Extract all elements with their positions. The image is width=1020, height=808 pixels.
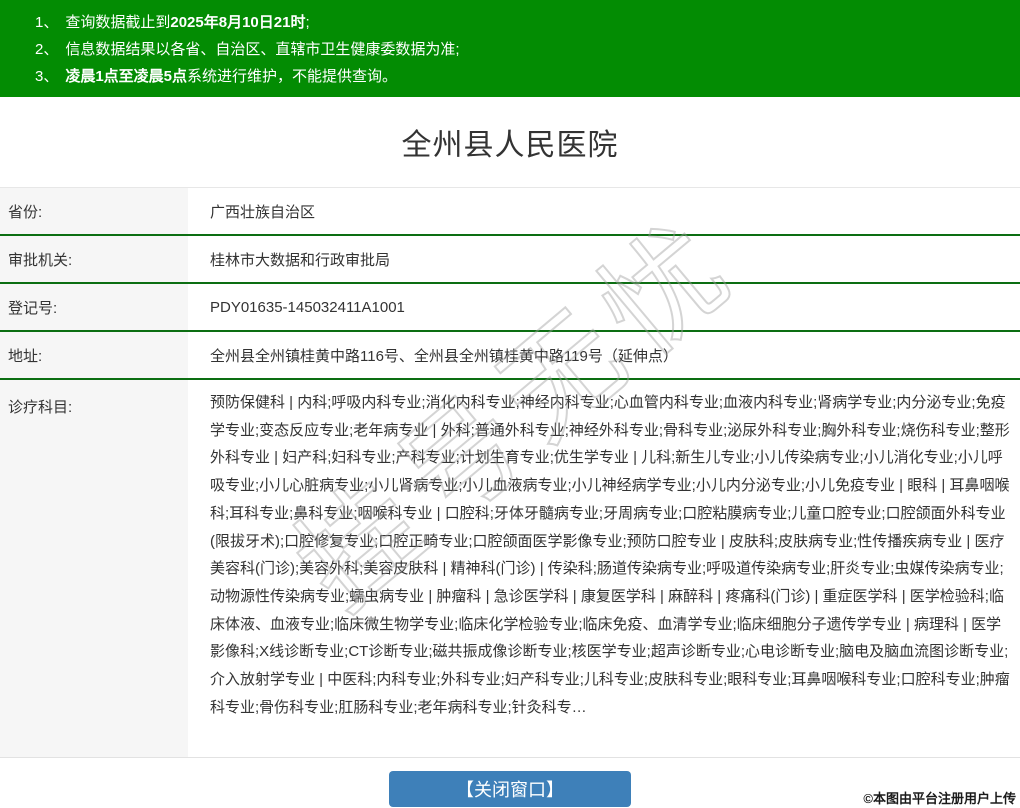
row-label: 审批机关: [0,236,188,282]
row-label: 省份: [0,188,188,234]
notice-text: 查询数据截止到 [65,14,171,31]
row-value: 全州县全州镇桂黄中路116号、全州县全州镇桂黄中路119号（延伸点） [210,347,678,365]
row-value: 预防保健科 | 内科;呼吸内科专业;消化内科专业;神经内科专业;心血管内科专业;… [210,394,1010,716]
table-row-province: 省份: 广西壮族自治区 [0,188,1020,236]
row-value: PDY01635-145032411A1001 [210,298,405,316]
notice-text: 系统进行维护，不能提供查询。 [187,68,398,85]
notice-number: 2、 [35,41,59,58]
table-row-medical-subjects: 诊疗科目: 预防保健科 | 内科;呼吸内科专业;消化内科专业;神经内科专业;心血… [0,380,1020,758]
table-row-registration-number: 登记号: PDY01635-145032411A1001 [0,284,1020,332]
row-label: 地址: [0,332,188,378]
hospital-info-page: 1、 查询数据截止到2025年8月10日21时; 2、 信息数据结果以各省、自治区、… [0,0,1020,808]
table-row-approval-authority: 审批机关: 桂林市大数据和行政审批局 [0,236,1020,284]
notice-number: 1、 [35,14,59,31]
info-table: 省份: 广西壮族自治区 审批机关: 桂林市大数据和行政审批局 登记号: PDY0… [0,187,1020,758]
notice-bar: 1、 查询数据截止到2025年8月10日21时; 2、 信息数据结果以各省、自治区、… [0,0,1020,97]
close-window-button[interactable]: 【关闭窗口】 [389,771,631,807]
row-value: 桂林市大数据和行政审批局 [210,251,391,269]
title-section: 全州县人民医院 [0,97,1020,187]
row-label: 登记号: [0,284,188,330]
notice-item: 2、 信息数据结果以各省、自治区、直辖市卫生健康委数据为准; [35,36,1010,63]
notice-item: 1、 查询数据截止到2025年8月10日21时; [35,9,1010,36]
table-row-address: 地址: 全州县全州镇桂黄中路116号、全州县全州镇桂黄中路119号（延伸点） [0,332,1020,380]
row-value: 广西壮族自治区 [210,203,316,221]
notice-text: 信息数据结果以各省、自治区、直辖市卫生健康委数据为准; [65,41,460,58]
notice-text: ; [305,14,310,31]
notice-number: 3、 [35,68,59,85]
page-title: 全州县人民医院 [401,129,619,162]
notice-item: 3、 凌晨1点至凌晨5点系统进行维护，不能提供查询。 [35,63,1010,90]
row-label: 诊疗科目: [0,380,188,757]
copyright-note: ©本图由平台注册用户上传 [863,791,1016,806]
notice-text-bold: 凌晨1点至凌晨5点 [65,68,188,85]
notice-text-bold: 2025年8月10日21时 [170,14,306,31]
